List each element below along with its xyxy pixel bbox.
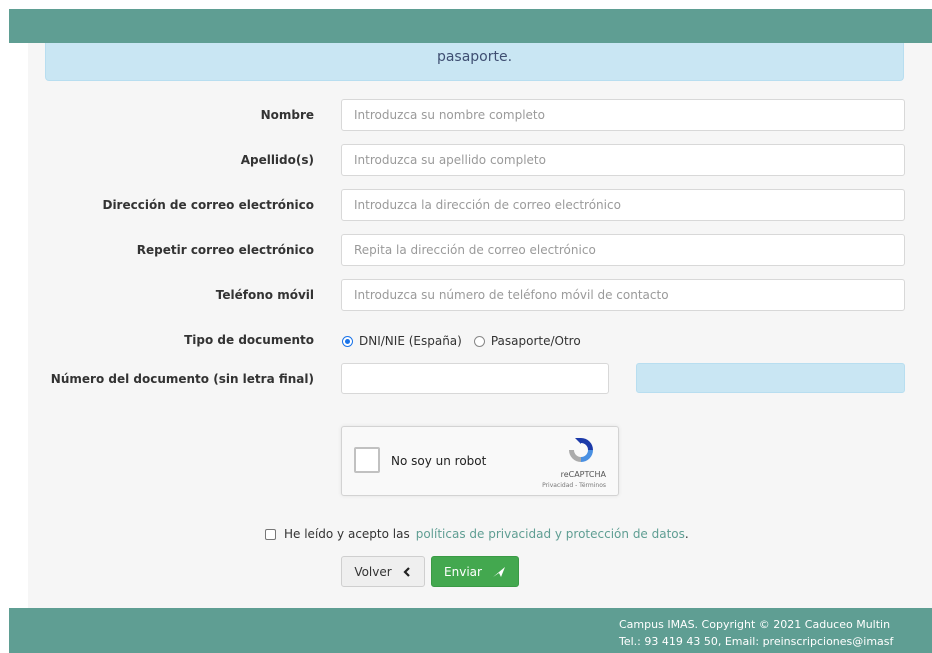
footer-contact: Tel.: 93 419 43 50, Email: preinscripcio…	[619, 635, 894, 648]
radio-dni-label: DNI/NIE (España)	[359, 334, 462, 348]
radio-dni-button[interactable]	[342, 335, 353, 347]
recaptcha-brand: reCAPTCHA	[560, 470, 606, 479]
doc-type-radio-group: DNI/NIE (España) Pasaporte/Otro	[342, 333, 593, 349]
telefono-input[interactable]	[341, 279, 905, 311]
privacy-consent: He leído y acepto las políticas de priva…	[265, 526, 689, 542]
nombre-input[interactable]	[341, 99, 905, 131]
recaptcha-logo-icon	[569, 438, 593, 462]
doc-number-input[interactable]	[341, 363, 609, 394]
back-button-label: Volver	[354, 564, 392, 579]
label-repeat-email: Repetir correo electrónico	[136, 243, 314, 257]
radio-pasaporte-label: Pasaporte/Otro	[490, 334, 581, 348]
label-apellidos: Apellido(s)	[240, 153, 314, 167]
recaptcha-checkbox[interactable]	[354, 447, 380, 473]
back-button[interactable]: Volver	[341, 556, 425, 587]
label-telefono: Teléfono móvil	[215, 288, 314, 302]
paper-plane-icon	[492, 566, 505, 577]
doc-upload-area[interactable]	[636, 363, 905, 393]
recaptcha-label: No soy un robot	[391, 454, 487, 468]
label-nombre: Nombre	[260, 108, 314, 122]
privacy-policy-link[interactable]: políticas de privacidad y protección de …	[416, 527, 685, 541]
top-header-bar	[9, 9, 932, 43]
footer: Campus IMAS. Copyright © 2021 Caduceo Mu…	[9, 608, 932, 653]
privacy-consent-checkbox[interactable]	[265, 528, 276, 540]
label-email: Dirección de correo electrónico	[102, 198, 314, 212]
send-button[interactable]: Enviar	[431, 556, 519, 587]
radio-dni[interactable]: DNI/NIE (España)	[342, 334, 462, 348]
email-input[interactable]	[341, 189, 905, 221]
info-alert-text: pasaporte.	[436, 49, 513, 65]
label-tipo-documento: Tipo de documento	[184, 333, 314, 347]
label-numero-documento: Número del documento (sin letra final)	[50, 372, 314, 386]
privacy-consent-text: He leído y acepto las	[284, 527, 410, 541]
footer-copyright: Campus IMAS. Copyright © 2021 Caduceo Mu…	[619, 618, 891, 631]
apellidos-input[interactable]	[341, 144, 905, 176]
radio-pasaporte[interactable]: Pasaporte/Otro	[473, 334, 581, 348]
recaptcha-links[interactable]: Privacidad - Términos	[542, 482, 606, 489]
info-alert: pasaporte.	[45, 43, 904, 81]
repeat-email-input[interactable]	[341, 234, 905, 266]
recaptcha-widget: No soy un robot reCAPTCHA Privacidad - T…	[341, 426, 619, 496]
send-button-label: Enviar	[444, 564, 482, 579]
chevron-left-icon	[403, 566, 410, 577]
radio-pasaporte-button[interactable]	[473, 335, 485, 347]
privacy-consent-suffix: .	[684, 527, 689, 541]
